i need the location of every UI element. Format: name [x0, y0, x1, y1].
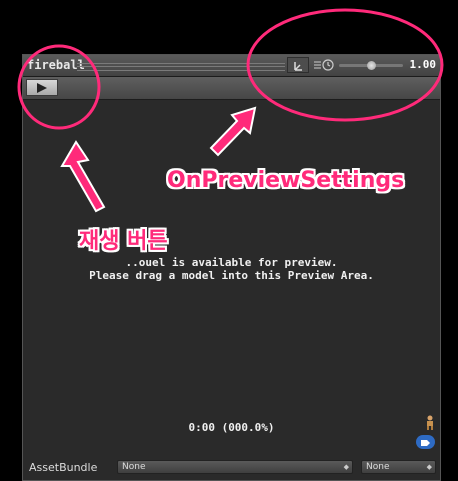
speed-slider-thumb[interactable]	[367, 61, 376, 70]
annotation-play-button-label: 재생 버튼	[79, 229, 168, 254]
preview-message-line1: ..ouel is available for preview.	[125, 256, 338, 269]
drag-grip[interactable]	[77, 63, 285, 71]
asset-bundle-variant-dropdown[interactable]: None ◆	[361, 460, 436, 474]
dropdown-arrow-icon: ◆	[343, 463, 349, 471]
asset-bundle-dropdown-value: None	[122, 462, 146, 472]
asset-label-tag-icon	[421, 440, 430, 446]
play-button[interactable]	[26, 79, 58, 96]
asset-bundle-variant-value: None	[366, 462, 390, 472]
settings-gizmo-icon	[294, 62, 302, 71]
asset-bundle-dropdown[interactable]: None ◆	[117, 460, 353, 474]
preview-settings-button[interactable]	[287, 57, 309, 73]
asset-bundle-bar: AssetBundle None ◆ None ◆	[23, 457, 440, 480]
dropdown-arrow-icon: ◆	[426, 463, 432, 471]
preview-message-line2: Please drag a model into this Preview Ar…	[89, 269, 374, 282]
preview-toolbar	[23, 77, 440, 100]
avatar-icon[interactable]	[424, 415, 436, 431]
time-readout: 0:00 (000.0%)	[188, 421, 275, 434]
playback-speed-icon	[314, 59, 334, 71]
preview-titlebar: fireball 1.00	[23, 55, 440, 77]
annotation-settings-label: OnPreviewSettings	[167, 168, 405, 193]
preview-window: fireball 1.00 ..ouel is available for pr…	[22, 54, 441, 481]
speed-value: 1.00	[409, 58, 437, 71]
asset-label-button[interactable]	[416, 435, 435, 449]
asset-bundle-label: AssetBundle	[29, 461, 98, 474]
